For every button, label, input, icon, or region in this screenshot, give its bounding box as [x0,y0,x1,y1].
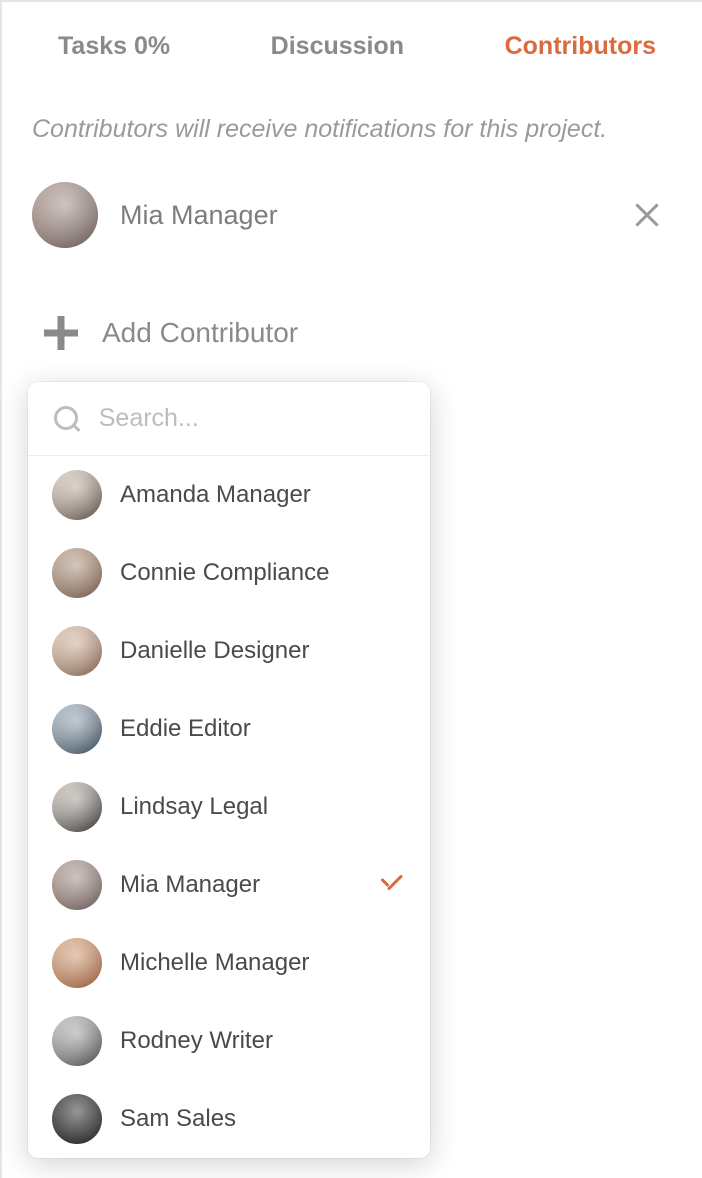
list-item[interactable]: Lindsay Legal [28,768,430,846]
list-item[interactable]: Sam Sales [28,1080,430,1158]
close-icon[interactable] [632,200,662,230]
person-name: Michelle Manager [120,949,406,977]
avatar [52,626,102,676]
person-name: Mia Manager [120,871,376,899]
avatar [52,938,102,988]
avatar [52,470,102,520]
list-item[interactable]: Eddie Editor [28,690,430,768]
avatar [52,704,102,754]
check-icon [376,873,406,897]
list-item[interactable]: Michelle Manager [28,924,430,1002]
avatar [52,860,102,910]
add-contributor-label: Add Contributor [102,317,298,349]
person-name: Eddie Editor [120,715,406,743]
contributor-row: Mia Manager [2,164,702,266]
tab-contributors[interactable]: Contributors [505,32,656,61]
contributor-dropdown: Amanda Manager Connie Compliance Daniell… [28,382,430,1158]
tab-discussion[interactable]: Discussion [271,32,404,61]
person-name: Sam Sales [120,1105,406,1133]
search-row [28,382,430,456]
dropdown-list: Amanda Manager Connie Compliance Daniell… [28,456,430,1158]
person-name: Amanda Manager [120,481,406,509]
list-item[interactable]: Rodney Writer [28,1002,430,1080]
list-item[interactable]: Connie Compliance [28,534,430,612]
avatar [32,182,98,248]
add-contributor-button[interactable]: Add Contributor [2,266,702,360]
contributor-name: Mia Manager [120,200,632,231]
avatar [52,1094,102,1144]
avatar [52,1016,102,1066]
avatar [52,548,102,598]
plus-icon [44,316,78,350]
person-name: Connie Compliance [120,559,406,587]
person-name: Danielle Designer [120,637,406,665]
search-input[interactable] [99,404,410,433]
contributors-info-text: Contributors will receive notifications … [2,85,702,164]
tab-tasks[interactable]: Tasks 0% [58,32,170,61]
list-item[interactable]: Danielle Designer [28,612,430,690]
person-name: Lindsay Legal [120,793,406,821]
list-item[interactable]: Amanda Manager [28,456,430,534]
list-item[interactable]: Mia Manager [28,846,430,924]
avatar [52,782,102,832]
tabs-bar: Tasks 0% Discussion Contributors [2,2,702,85]
search-icon [54,406,77,432]
person-name: Rodney Writer [120,1027,406,1055]
